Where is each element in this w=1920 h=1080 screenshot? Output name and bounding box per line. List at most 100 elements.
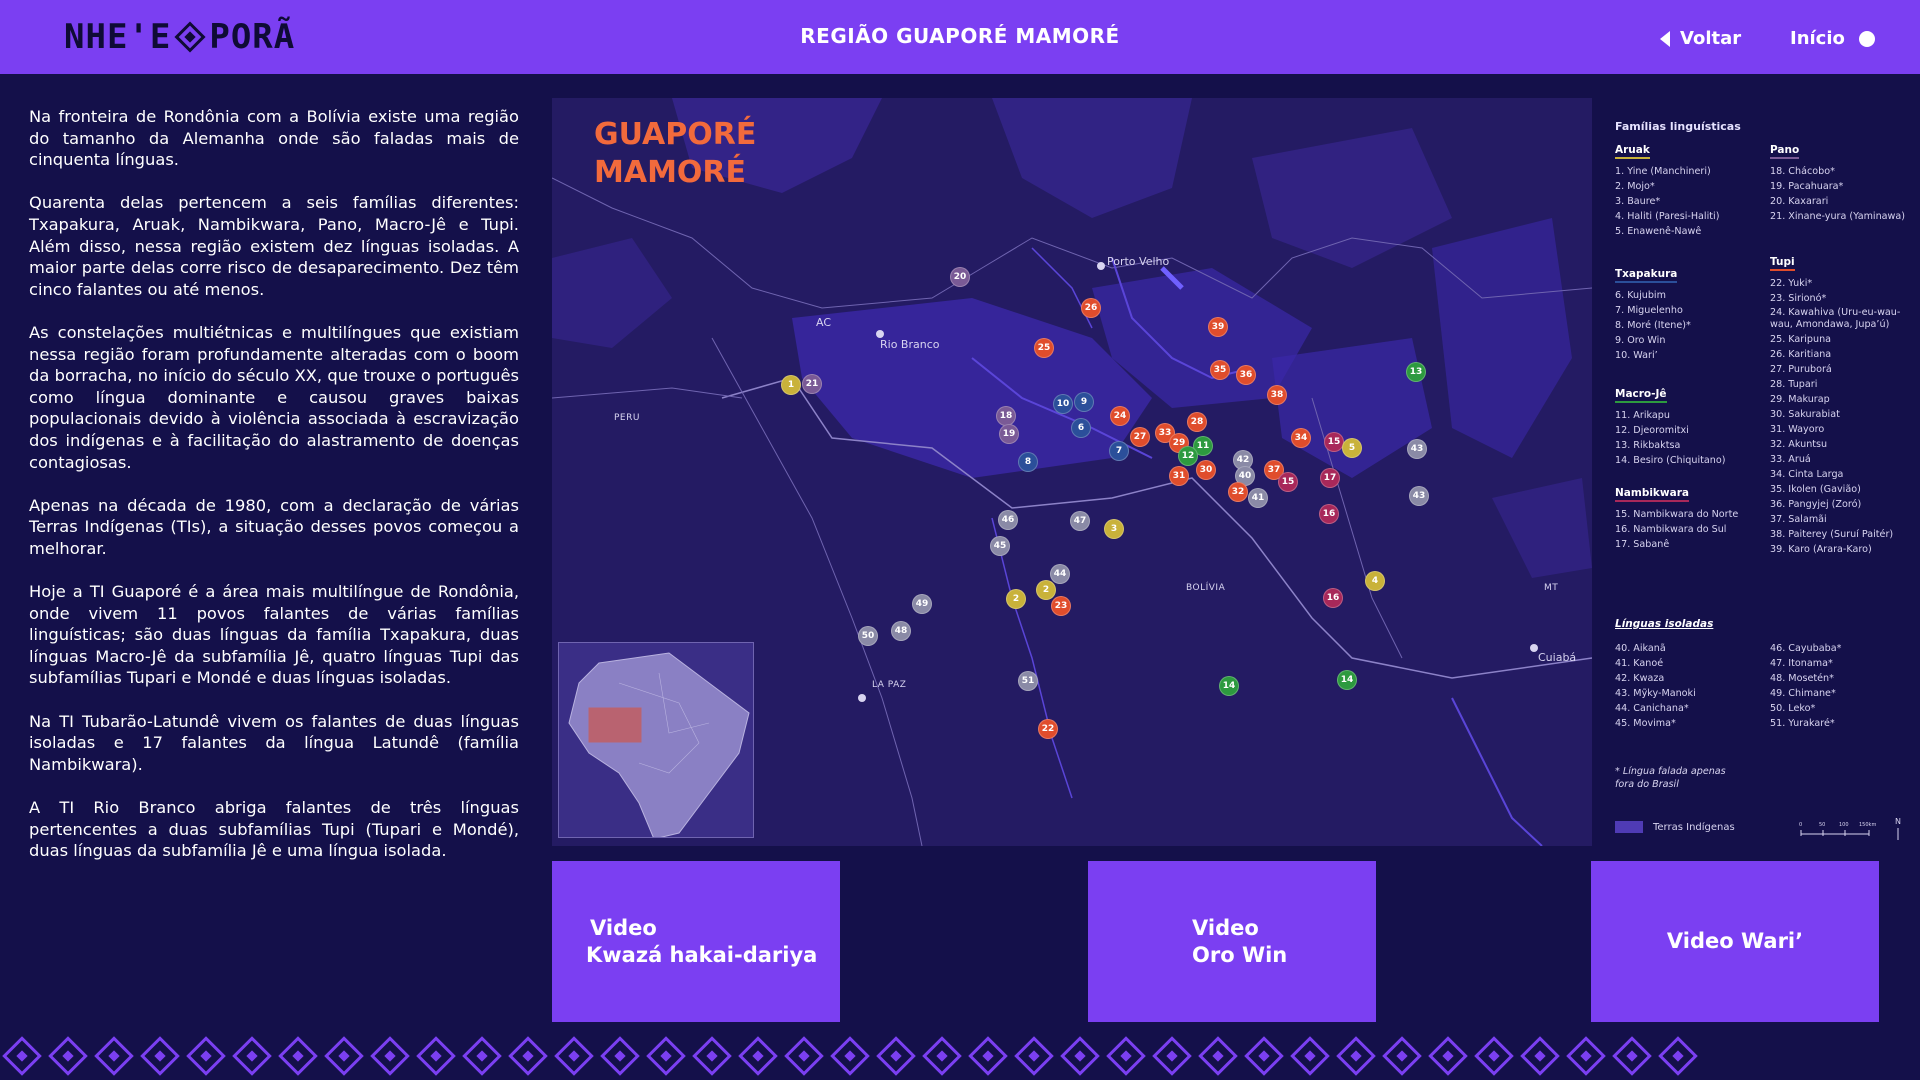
border-diamond-icon: [738, 1036, 778, 1076]
legend-item: 23. Sirionó*: [1770, 293, 1827, 304]
video-button-wari[interactable]: Video Wari’: [1591, 861, 1879, 1022]
language-marker[interactable]: 31: [1169, 466, 1189, 486]
language-marker[interactable]: 10: [1053, 394, 1073, 414]
language-marker[interactable]: 4: [1365, 571, 1385, 591]
border-diamond-icon: [1382, 1036, 1422, 1076]
language-marker[interactable]: 1: [781, 375, 801, 395]
city-dot: [1097, 262, 1105, 270]
language-marker[interactable]: 34: [1291, 428, 1311, 448]
language-marker[interactable]: 18: [996, 406, 1016, 426]
language-marker[interactable]: 32: [1228, 482, 1248, 502]
language-marker[interactable]: 23: [1051, 596, 1071, 616]
language-marker[interactable]: 17: [1320, 468, 1340, 488]
intro-paragraph: As constelações multiétnicas e multilíng…: [29, 322, 519, 472]
language-marker[interactable]: 28: [1187, 412, 1207, 432]
language-marker[interactable]: 13: [1406, 362, 1426, 382]
region-map[interactable]: GUAPORÉ MAMORÉ Porto Velho Rio Branco AC…: [552, 98, 1592, 846]
north-label: N: [1895, 817, 1901, 826]
map-title: GUAPORÉ MAMORÉ: [594, 116, 756, 192]
language-marker[interactable]: 45: [990, 536, 1010, 556]
back-button[interactable]: Voltar: [1660, 28, 1741, 49]
language-marker[interactable]: 36: [1236, 365, 1256, 385]
language-marker[interactable]: 15: [1324, 432, 1344, 452]
language-marker[interactable]: 22: [1038, 719, 1058, 739]
language-marker[interactable]: 20: [950, 267, 970, 287]
language-marker[interactable]: 30: [1196, 460, 1216, 480]
language-marker[interactable]: 27: [1130, 427, 1150, 447]
border-diamond-icon: [646, 1036, 686, 1076]
language-marker[interactable]: 16: [1319, 504, 1339, 524]
language-marker[interactable]: 44: [1050, 564, 1070, 584]
legend-item: 31. Wayoro: [1770, 424, 1825, 435]
border-diamond-icon: [186, 1036, 226, 1076]
legend-item: 50. Leko*: [1770, 703, 1816, 714]
language-marker[interactable]: 2: [1006, 589, 1026, 609]
scale-label: 0: [1799, 822, 1802, 828]
language-marker[interactable]: 9: [1074, 392, 1094, 412]
family-name: Pano: [1770, 144, 1800, 159]
language-marker[interactable]: 48: [891, 621, 911, 641]
legend-item: 8. Moré (Itene)*: [1615, 320, 1691, 331]
legend-item: 6. Kujubim: [1615, 290, 1666, 301]
video-label-line1: Video: [1192, 915, 1259, 940]
language-marker[interactable]: 16: [1323, 588, 1343, 608]
legend-item: 7. Miguelenho: [1615, 305, 1683, 316]
legend-item: 9. Oro Win: [1615, 335, 1666, 346]
legend-item: 30. Sakurabiat: [1770, 409, 1840, 420]
language-marker[interactable]: 43: [1409, 486, 1429, 506]
language-marker[interactable]: 24: [1110, 406, 1130, 426]
language-marker[interactable]: 47: [1070, 511, 1090, 531]
header-bar: NHE'E PORÃ REGIÃO GUAPORÉ MAMORÉ Voltar …: [0, 0, 1920, 74]
legend-item: 18. Chácobo*: [1770, 166, 1835, 177]
video-button-oro-win[interactable]: Video Oro Win: [1088, 861, 1376, 1022]
language-marker[interactable]: 49: [912, 594, 932, 614]
language-marker[interactable]: 50: [858, 626, 878, 646]
legend-item: 5. Enawenê-Nawê: [1615, 226, 1702, 237]
language-marker[interactable]: 15: [1278, 472, 1298, 492]
language-marker[interactable]: 14: [1337, 670, 1357, 690]
home-button[interactable]: Início: [1790, 28, 1875, 49]
language-marker[interactable]: 46: [998, 510, 1018, 530]
legend-title: Famílias linguísticas: [1615, 120, 1741, 133]
legend-item: 25. Karipuna: [1770, 334, 1832, 345]
legend-item: 14. Besiro (Chiquitano): [1615, 455, 1726, 466]
language-marker[interactable]: 7: [1109, 441, 1129, 461]
border-diamond-icon: [324, 1036, 364, 1076]
language-marker[interactable]: 14: [1219, 676, 1239, 696]
border-diamond-icon: [1106, 1036, 1146, 1076]
border-diamond-icon: [784, 1036, 824, 1076]
state-ac: AC: [816, 316, 832, 329]
language-marker[interactable]: 39: [1208, 317, 1228, 337]
map-legend: Famílias linguísticas Aruak 1. Yine (Man…: [1592, 98, 1920, 846]
language-marker[interactable]: 21: [802, 374, 822, 394]
legend-family-pano: Pano 18. Chácobo* 19. Pacahuara* 20. Kax…: [1770, 144, 1920, 223]
language-marker[interactable]: 6: [1071, 418, 1091, 438]
language-marker[interactable]: 5: [1342, 438, 1362, 458]
state-mt: MT: [1544, 583, 1559, 593]
indigenous-lands-label: Terras Indígenas: [1653, 821, 1735, 833]
language-marker[interactable]: 25: [1034, 338, 1054, 358]
border-diamond-icon: [416, 1036, 456, 1076]
legend-item: 51. Yurakaré*: [1770, 718, 1835, 729]
language-marker[interactable]: 26: [1081, 298, 1101, 318]
legend-item: 29. Makurap: [1770, 394, 1830, 405]
language-marker[interactable]: 3: [1104, 519, 1124, 539]
language-marker[interactable]: 38: [1267, 385, 1287, 405]
language-marker[interactable]: 35: [1210, 360, 1230, 380]
border-diamond-icon: [830, 1036, 870, 1076]
language-marker[interactable]: 19: [999, 424, 1019, 444]
language-marker[interactable]: 41: [1248, 488, 1268, 508]
border-diamond-icon: [278, 1036, 318, 1076]
legend-item: 13. Rikbaktsa: [1615, 440, 1681, 451]
border-diamond-icon: [508, 1036, 548, 1076]
language-marker[interactable]: 51: [1018, 671, 1038, 691]
language-marker[interactable]: 12: [1178, 446, 1198, 466]
border-diamond-icon: [140, 1036, 180, 1076]
language-marker[interactable]: 2: [1036, 580, 1056, 600]
language-marker[interactable]: 8: [1018, 452, 1038, 472]
border-diamond-icon: [1566, 1036, 1606, 1076]
indigenous-lands-swatch: [1615, 821, 1643, 833]
video-button-kwaza[interactable]: Video Kwazá hakai-dariya: [552, 861, 840, 1022]
language-marker[interactable]: 43: [1407, 439, 1427, 459]
legend-item: 41. Kanoé: [1615, 658, 1664, 669]
